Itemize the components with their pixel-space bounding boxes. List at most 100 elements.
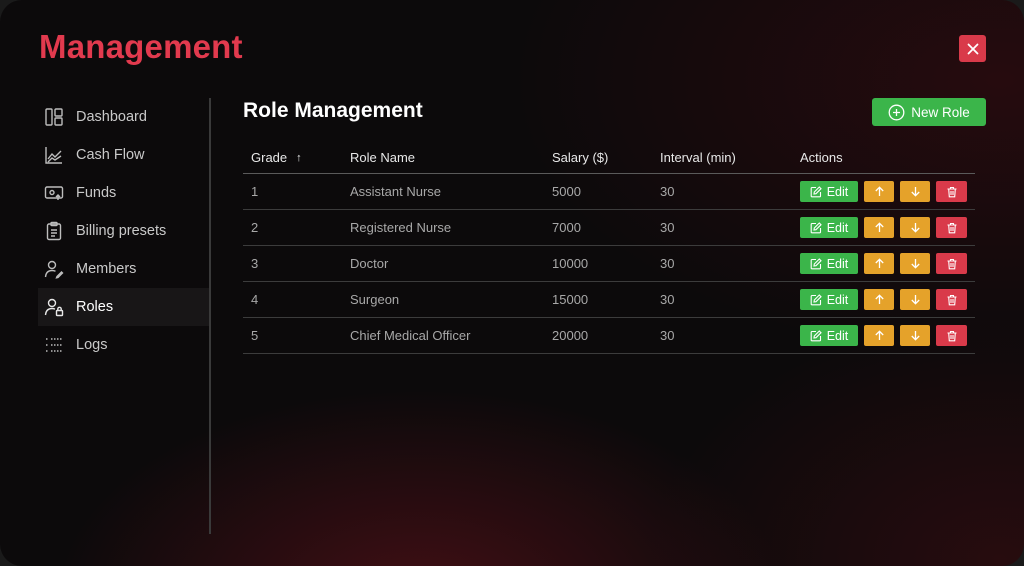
sidebar-item-funds[interactable]: Funds — [38, 174, 210, 212]
move-up-button[interactable] — [864, 325, 894, 346]
sidebar-item-members[interactable]: Members — [38, 250, 210, 288]
arrow-up-icon — [874, 258, 884, 268]
actions-cell: Edit — [800, 289, 975, 310]
delete-button[interactable] — [936, 253, 967, 274]
page-title: Role Management — [243, 99, 423, 122]
actions-cell: Edit — [800, 253, 975, 274]
move-down-button[interactable] — [900, 325, 930, 346]
edit-label: Edit — [826, 184, 849, 199]
grade-cell: 2 — [251, 220, 259, 235]
edit-button[interactable]: Edit — [800, 181, 858, 202]
salary-cell: 10000 — [552, 256, 589, 271]
plus-circle-icon — [888, 104, 905, 120]
grade-column-header[interactable]: Grade ↑ — [243, 150, 350, 165]
interval-column-header: Interval (min) — [660, 150, 736, 165]
edit-label: Edit — [826, 328, 849, 343]
edit-label: Edit — [826, 256, 849, 271]
sidebar-item-label: Dashboard — [76, 109, 147, 125]
salary-cell: 7000 — [552, 220, 581, 235]
app-title: Management — [39, 28, 243, 65]
move-down-button[interactable] — [900, 253, 930, 274]
arrow-down-icon — [910, 295, 920, 305]
sidebar-item-cash-flow[interactable]: Cash Flow — [38, 136, 210, 174]
move-up-button[interactable] — [864, 217, 894, 238]
close-icon — [967, 43, 978, 54]
salary-cell: 20000 — [552, 328, 589, 343]
arrow-up-icon — [874, 330, 884, 340]
new-role-label: New Role — [911, 104, 970, 120]
edit-icon — [810, 293, 822, 305]
table-row: 1 Assistant Nurse 5000 30 Edit — [243, 174, 975, 210]
grade-cell: 4 — [251, 292, 259, 307]
dashboard-icon — [44, 107, 64, 127]
trash-icon — [947, 330, 956, 341]
roles-table: Grade ↑ Role Name Salary ($) Interval (m… — [243, 142, 975, 354]
actions-cell: Edit — [800, 217, 975, 238]
edit-icon — [810, 329, 822, 341]
delete-button[interactable] — [936, 289, 967, 310]
edit-icon — [810, 257, 822, 269]
actions-cell: Edit — [800, 181, 975, 202]
edit-label: Edit — [826, 220, 849, 235]
edit-label: Edit — [826, 292, 849, 307]
delete-button[interactable] — [936, 325, 967, 346]
table-row: 5 Chief Medical Officer 20000 30 Edit — [243, 318, 975, 354]
move-up-button[interactable] — [864, 253, 894, 274]
move-down-button[interactable] — [900, 181, 930, 202]
sidebar-item-label: Members — [76, 261, 137, 277]
role-name-cell: Assistant Nurse — [350, 184, 442, 199]
delete-button[interactable] — [936, 217, 967, 238]
table-row: 3 Doctor 10000 30 Edit — [243, 246, 975, 282]
sidebar: Dashboard Cash Flow Funds Billing preset… — [38, 98, 210, 364]
sidebar-item-label: Roles — [76, 299, 114, 315]
salary-cell: 5000 — [552, 184, 581, 199]
new-role-button[interactable]: New Role — [872, 98, 986, 126]
edit-button[interactable]: Edit — [800, 253, 858, 274]
sidebar-divider — [209, 98, 211, 534]
move-up-button[interactable] — [864, 289, 894, 310]
sidebar-item-label: Billing presets — [76, 223, 167, 239]
edit-icon — [810, 221, 822, 233]
move-down-button[interactable] — [900, 217, 930, 238]
table-row: 4 Surgeon 15000 30 Edit — [243, 282, 975, 318]
sidebar-item-roles[interactable]: Roles — [38, 288, 210, 326]
grade-cell: 1 — [251, 184, 259, 199]
table-body: 1 Assistant Nurse 5000 30 Edit 2 Registe… — [243, 174, 975, 354]
sidebar-item-dashboard[interactable]: Dashboard — [38, 98, 210, 136]
trash-icon — [947, 222, 956, 233]
arrow-down-icon — [910, 331, 920, 341]
edit-button[interactable]: Edit — [800, 289, 858, 310]
edit-button[interactable]: Edit — [800, 217, 858, 238]
interval-cell: 30 — [660, 220, 675, 235]
role-name-cell: Registered Nurse — [350, 220, 452, 235]
role-name-cell: Surgeon — [350, 292, 400, 307]
move-down-button[interactable] — [900, 289, 930, 310]
sidebar-item-billing-presets[interactable]: Billing presets — [38, 212, 210, 250]
arrow-up-icon — [874, 222, 884, 232]
sidebar-item-label: Funds — [76, 185, 117, 201]
clipboard-icon — [44, 221, 64, 241]
interval-cell: 30 — [660, 256, 675, 271]
list-icon — [44, 335, 64, 355]
management-window: Management Dashboard Cash Flow Funds Bil… — [0, 0, 1024, 566]
trash-icon — [947, 294, 956, 305]
move-up-button[interactable] — [864, 181, 894, 202]
actions-column-header: Actions — [800, 150, 843, 165]
actions-cell: Edit — [800, 325, 975, 346]
arrow-down-icon — [910, 223, 920, 233]
arrow-down-icon — [910, 187, 920, 197]
trash-icon — [947, 186, 956, 197]
role-name-cell: Chief Medical Officer — [350, 328, 471, 343]
edit-button[interactable]: Edit — [800, 325, 858, 346]
delete-button[interactable] — [936, 181, 967, 202]
trash-icon — [947, 258, 956, 269]
arrow-down-icon — [910, 259, 920, 269]
sort-asc-icon: ↑ — [296, 151, 302, 164]
sidebar-item-logs[interactable]: Logs — [38, 326, 210, 364]
chart-icon — [44, 145, 64, 165]
close-button[interactable] — [959, 35, 986, 62]
salary-column-header: Salary ($) — [552, 150, 609, 165]
interval-cell: 30 — [660, 292, 675, 307]
table-header: Grade ↑ Role Name Salary ($) Interval (m… — [243, 142, 975, 174]
grade-cell: 5 — [251, 328, 259, 343]
